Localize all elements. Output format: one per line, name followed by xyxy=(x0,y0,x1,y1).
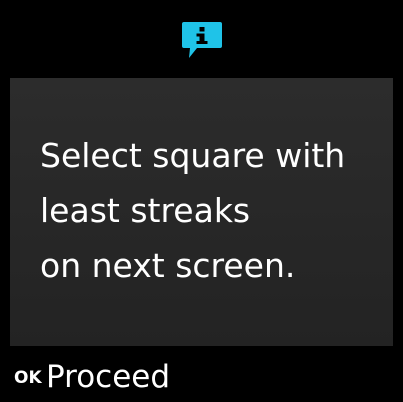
message-panel: Select square with least streaks on next… xyxy=(10,78,393,346)
message-line: on next screen. xyxy=(40,246,296,285)
info-icon xyxy=(182,22,222,58)
footer-bar: OK Proceed xyxy=(0,350,403,402)
printer-lcd-screen: Select square with least streaks on next… xyxy=(0,0,403,402)
message-line: least streaks xyxy=(40,191,251,230)
ok-key-label: OK xyxy=(14,368,42,388)
message-line: Select square with xyxy=(40,136,346,175)
proceed-button[interactable]: Proceed xyxy=(46,358,170,396)
